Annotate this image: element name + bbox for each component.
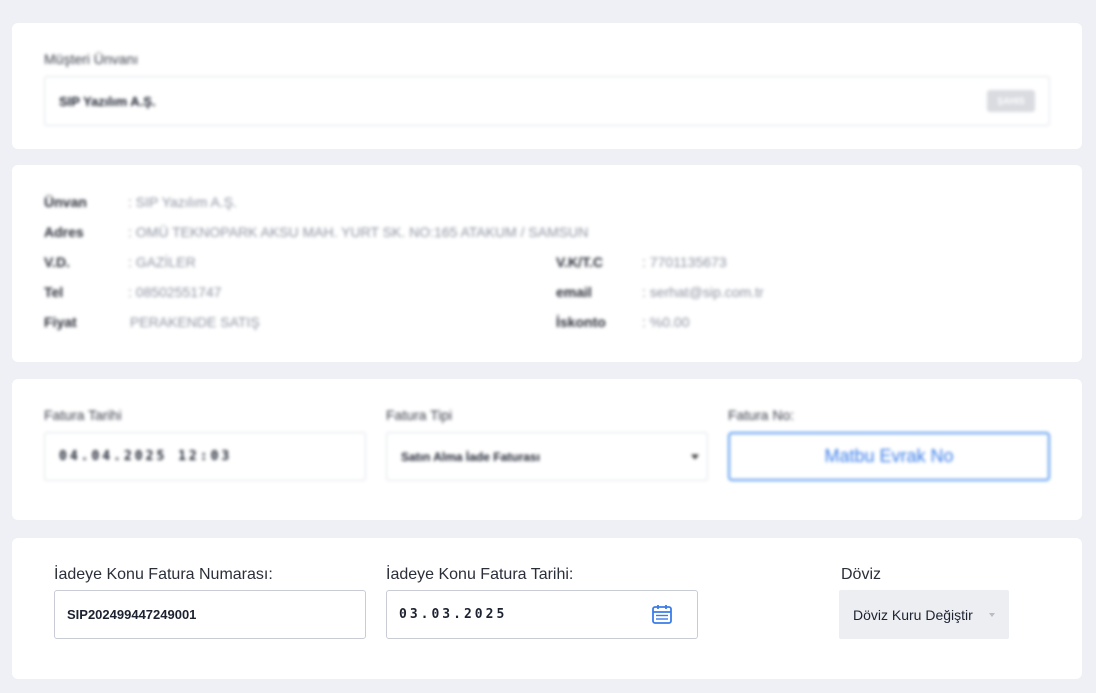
invoice-type-label: Fatura Tipi xyxy=(386,407,453,423)
customer-info-card: Ünvan : SIP Yazılım A.Ş. Adres : OMÜ TEK… xyxy=(12,165,1082,362)
return-date-input[interactable]: 03.03.2025 xyxy=(386,590,698,639)
matbu-evrak-no-label: Matbu Evrak No xyxy=(824,446,954,466)
calendar-icon[interactable] xyxy=(651,603,673,625)
return-number-input[interactable]: SIP202499447249001 xyxy=(54,590,366,639)
info-key: Ünvan xyxy=(44,194,87,210)
return-invoice-card: İadeye Konu Fatura Numarası: SIP20249944… xyxy=(12,538,1082,679)
info-key: İskonto xyxy=(556,314,606,330)
invoice-card: Fatura Tarihi 04.04.2025 12:03 Fatura Ti… xyxy=(12,379,1082,520)
invoice-type-value: Satın Alma İade Faturası xyxy=(401,449,540,464)
currency-label: Döviz xyxy=(841,566,882,583)
info-value: : GAZİLER xyxy=(128,254,196,270)
invoice-type-select[interactable]: Satın Alma İade Faturası xyxy=(386,432,708,481)
info-value: : 7701135673 xyxy=(642,254,727,270)
info-key: Fiyat xyxy=(44,314,77,330)
info-key: email xyxy=(556,284,592,300)
info-key: V.D. xyxy=(44,254,70,270)
info-key: Tel xyxy=(44,284,64,300)
customer-card: Müşteri Ünvanı SIP Yazılım A.Ş. ŞAHIS xyxy=(12,23,1082,149)
info-key: Adres xyxy=(44,224,84,240)
caret-down-icon xyxy=(989,612,995,617)
invoice-date-input[interactable]: 04.04.2025 12:03 xyxy=(44,432,366,481)
info-value: : SIP Yazılım A.Ş. xyxy=(128,194,237,210)
return-number-label: İadeye Konu Fatura Numarası: xyxy=(54,566,273,583)
return-date-value: 03.03.2025 xyxy=(399,607,508,622)
invoice-date-label: Fatura Tarihi xyxy=(44,407,122,423)
customer-input-value: SIP Yazılım A.Ş. xyxy=(59,93,156,109)
info-value: : %0.00 xyxy=(642,314,690,330)
info-key: V.K/T.C xyxy=(556,254,603,270)
info-value: : 08502551747 xyxy=(128,284,222,300)
customer-title-label: Müşteri Ünvanı xyxy=(44,51,139,67)
customer-type-badge: ŞAHIS xyxy=(987,90,1035,112)
info-value: PERAKENDE SATIŞ xyxy=(130,314,260,330)
change-currency-button[interactable]: Döviz Kuru Değiştir xyxy=(839,590,1009,639)
invoice-no-label: Fatura No: xyxy=(728,407,795,423)
matbu-evrak-no-button[interactable]: Matbu Evrak No xyxy=(728,432,1050,481)
invoice-date-value: 04.04.2025 12:03 xyxy=(59,449,233,464)
info-value: : OMÜ TEKNOPARK AKSU MAH. YURT SK. NO:16… xyxy=(128,224,589,240)
chevron-down-icon xyxy=(691,454,699,459)
customer-input[interactable]: SIP Yazılım A.Ş. ŞAHIS xyxy=(44,76,1050,126)
return-date-label: İadeye Konu Fatura Tarihi: xyxy=(386,566,574,583)
return-number-value: SIP202499447249001 xyxy=(67,607,197,622)
info-value: : serhat@sip.com.tr xyxy=(642,284,764,300)
change-currency-label: Döviz Kuru Değiştir xyxy=(853,606,973,623)
